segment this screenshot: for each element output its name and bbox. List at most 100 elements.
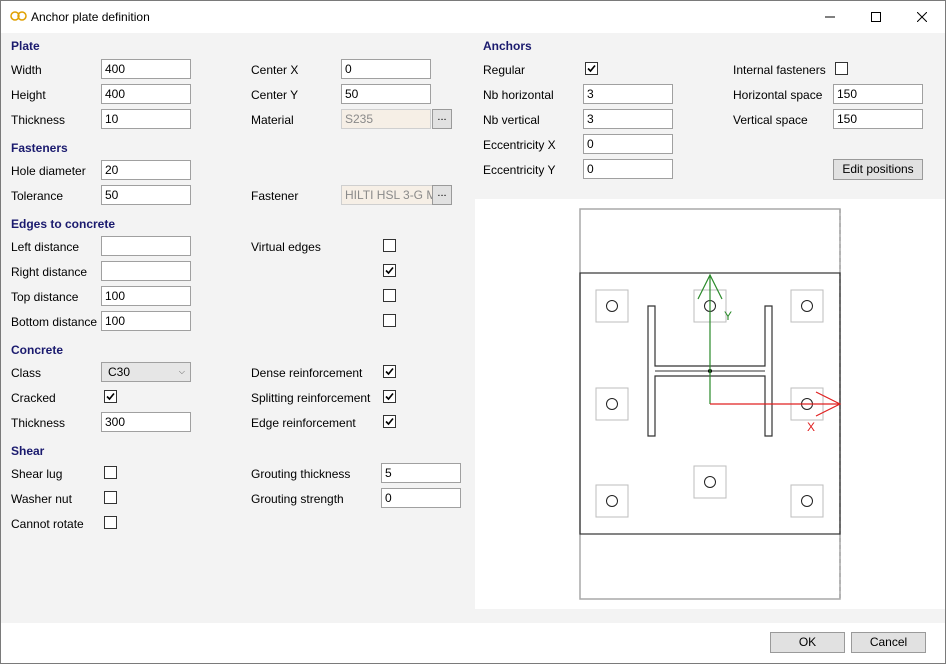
edit-positions-button[interactable]: Edit positions (833, 159, 923, 180)
washer-nut-checkbox[interactable] (104, 491, 117, 504)
right-distance-input[interactable] (101, 261, 191, 281)
anchor-hole (606, 398, 618, 410)
concrete-class-value: C30 (108, 365, 131, 379)
virtual-edge-right-checkbox[interactable] (383, 264, 396, 277)
fastener-input: HILTI HSL 3-G M (341, 185, 433, 205)
center-y-input[interactable]: 50 (341, 84, 431, 104)
eccentricity-x-label: Eccentricity X (483, 138, 556, 152)
cannot-rotate-label: Cannot rotate (11, 517, 84, 531)
center-y-label: Center Y (251, 88, 299, 102)
vertical-space-label: Vertical space (733, 113, 808, 127)
virtual-edge-bottom-checkbox[interactable] (383, 314, 396, 327)
chevron-down-icon: ⌵ (178, 367, 185, 376)
bottom-distance-label: Bottom distance (11, 315, 98, 329)
regular-checkbox[interactable] (585, 62, 598, 75)
anchor-square (595, 484, 629, 518)
check-icon (385, 417, 394, 426)
close-button[interactable] (899, 1, 945, 33)
dialog-content: Plate Width 400 Height 400 Thickness 10 … (1, 33, 945, 623)
fastener-browse-button[interactable]: ... (432, 185, 452, 205)
anchor-hole (801, 495, 813, 507)
cracked-checkbox[interactable] (104, 390, 117, 403)
check-icon (587, 64, 596, 73)
plate-thickness-input[interactable]: 10 (101, 109, 191, 129)
material-label: Material (251, 113, 294, 127)
nb-vertical-input[interactable]: 3 (583, 109, 673, 129)
grouting-strength-input[interactable]: 0 (381, 488, 461, 508)
tolerance-input[interactable]: 50 (101, 185, 191, 205)
cracked-label: Cracked (11, 391, 56, 405)
edge-reinforcement-checkbox[interactable] (383, 415, 396, 428)
check-icon (385, 392, 394, 401)
anchor-hole (606, 300, 618, 312)
shear-heading: Shear (11, 444, 45, 458)
internal-fasteners-label: Internal fasteners (733, 63, 826, 77)
anchor-square (790, 484, 824, 518)
shear-lug-checkbox[interactable] (104, 466, 117, 479)
anchors-heading: Anchors (483, 39, 532, 53)
dense-reinforcement-checkbox[interactable] (383, 365, 396, 378)
anchor-hole (801, 300, 813, 312)
plate-preview-canvas: Y X (475, 199, 945, 609)
edges-heading: Edges to concrete (11, 217, 116, 231)
title-bar: Anchor plate definition (1, 1, 945, 33)
internal-fasteners-checkbox[interactable] (835, 62, 848, 75)
anchor-square (595, 289, 629, 323)
horizontal-space-label: Horizontal space (733, 88, 823, 102)
virtual-edge-left-checkbox[interactable] (383, 239, 396, 252)
minimize-button[interactable] (807, 1, 853, 33)
material-input: S235 (341, 109, 431, 129)
concrete-heading: Concrete (11, 343, 64, 357)
y-axis-label: Y (724, 309, 732, 323)
concrete-class-select[interactable]: C30 ⌵ (101, 362, 191, 382)
nb-horizontal-label: Nb horizontal (483, 88, 554, 102)
width-input[interactable]: 400 (101, 59, 191, 79)
anchor-square (693, 465, 727, 499)
cannot-rotate-checkbox[interactable] (104, 516, 117, 529)
material-browse-button[interactable]: ... (432, 109, 452, 129)
check-icon (385, 367, 394, 376)
eccentricity-y-input[interactable]: 0 (583, 159, 673, 179)
cancel-button[interactable]: Cancel (851, 632, 926, 653)
grouting-thickness-input[interactable]: 5 (381, 463, 461, 483)
top-distance-label: Top distance (11, 290, 79, 304)
hole-diameter-input[interactable]: 20 (101, 160, 191, 180)
virtual-edge-top-checkbox[interactable] (383, 289, 396, 302)
check-icon (106, 392, 115, 401)
horizontal-space-input[interactable]: 150 (833, 84, 923, 104)
splitting-reinforcement-checkbox[interactable] (383, 390, 396, 403)
nb-horizontal-input[interactable]: 3 (583, 84, 673, 104)
top-distance-input[interactable]: 100 (101, 286, 191, 306)
shear-lug-label: Shear lug (11, 467, 63, 481)
fasteners-heading: Fasteners (11, 141, 68, 155)
plate-heading: Plate (11, 39, 40, 53)
washer-nut-label: Washer nut (11, 492, 72, 506)
grouting-strength-label: Grouting strength (251, 492, 344, 506)
concrete-thickness-input[interactable]: 300 (101, 412, 191, 432)
regular-label: Regular (483, 63, 526, 77)
anchor-hole (704, 476, 716, 488)
app-icon (10, 11, 27, 21)
fastener-label: Fastener (251, 189, 299, 203)
splitting-reinforcement-label: Splitting reinforcement (251, 391, 371, 405)
right-distance-label: Right distance (11, 265, 88, 279)
eccentricity-x-input[interactable]: 0 (583, 134, 673, 154)
vertical-space-input[interactable]: 150 (833, 109, 923, 129)
left-distance-input[interactable] (101, 236, 191, 256)
height-input[interactable]: 400 (101, 84, 191, 104)
class-label: Class (11, 366, 42, 380)
hole-diameter-label: Hole diameter (11, 164, 86, 178)
virtual-edges-label: Virtual edges (251, 240, 321, 254)
check-icon (385, 266, 394, 275)
dense-reinforcement-label: Dense reinforcement (251, 366, 363, 380)
nb-vertical-label: Nb vertical (483, 113, 540, 127)
concrete-thickness-label: Thickness (11, 416, 66, 430)
left-distance-label: Left distance (11, 240, 80, 254)
center-x-input[interactable]: 0 (341, 59, 431, 79)
bottom-distance-input[interactable]: 100 (101, 311, 191, 331)
edge-reinforcement-label: Edge reinforcement (251, 416, 356, 430)
maximize-button[interactable] (853, 1, 899, 33)
anchor-square (595, 387, 629, 421)
close-icon (917, 12, 927, 22)
ok-button[interactable]: OK (770, 632, 845, 653)
